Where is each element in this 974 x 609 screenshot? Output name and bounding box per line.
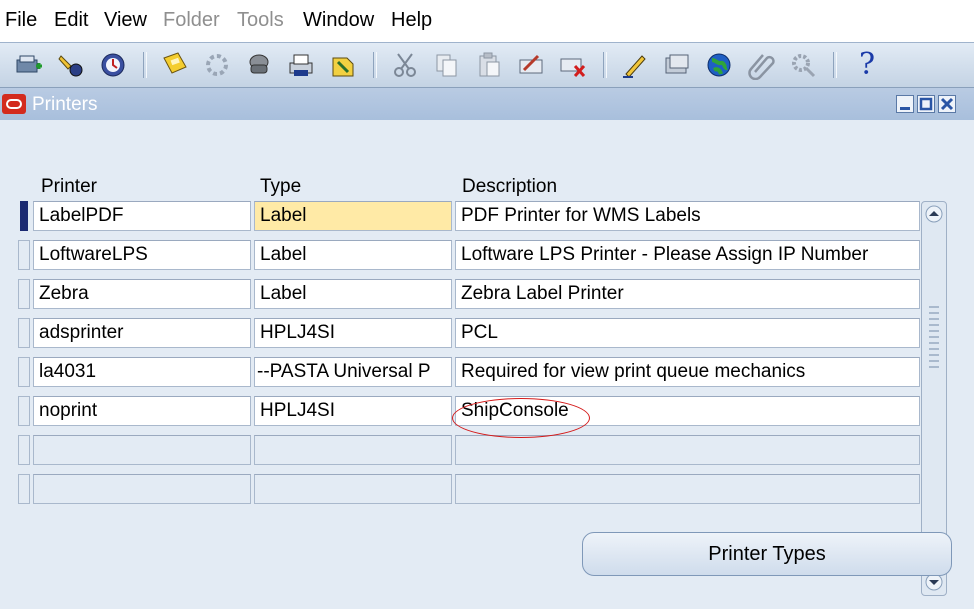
row-indicator[interactable] — [18, 474, 30, 504]
close-icon[interactable] — [938, 95, 956, 113]
printer-field[interactable]: LoftwareLPS — [33, 240, 251, 270]
row-indicator[interactable] — [18, 240, 30, 270]
description-field[interactable]: Zebra Label Printer — [455, 279, 920, 309]
edit-field-icon[interactable] — [620, 50, 650, 80]
printer-field-empty[interactable] — [33, 435, 251, 465]
row-indicator[interactable] — [18, 396, 30, 426]
minimize-icon[interactable] — [896, 95, 914, 113]
description-field[interactable]: PDF Printer for WMS Labels — [455, 201, 920, 231]
navigator-icon[interactable] — [98, 50, 128, 80]
description-field-empty[interactable] — [455, 474, 920, 504]
toolbar-separator — [603, 52, 607, 78]
zoom-icon[interactable] — [662, 50, 692, 80]
description-field-empty[interactable] — [455, 435, 920, 465]
row-indicator[interactable] — [18, 279, 30, 309]
clear-record-icon[interactable] — [516, 50, 546, 80]
row-indicator[interactable] — [18, 435, 30, 465]
type-field[interactable]: Label — [254, 279, 452, 309]
column-header-description: Description — [462, 176, 558, 197]
type-field[interactable]: Label — [254, 240, 452, 270]
copy-icon[interactable] — [432, 50, 462, 80]
type-field[interactable]: HPLJ4SI — [254, 318, 452, 348]
attachments-icon[interactable] — [746, 50, 776, 80]
menu-bar: File Edit View Folder Tools Window Help — [0, 0, 974, 42]
menu-tools[interactable]: Tools — [237, 8, 284, 32]
window-titlebar: Printers — [0, 88, 974, 120]
type-field-empty[interactable] — [254, 474, 452, 504]
find-icon[interactable] — [56, 50, 86, 80]
menu-file[interactable]: File — [5, 8, 37, 32]
print-icon[interactable] — [286, 50, 316, 80]
type-field-active[interactable]: Label — [254, 201, 452, 231]
cut-icon[interactable] — [390, 50, 420, 80]
toolbar-separator — [373, 52, 377, 78]
printers-window: Printers Printer Type Description LabelP… — [0, 88, 974, 609]
menu-edit[interactable]: Edit — [54, 8, 88, 32]
printer-field[interactable]: Zebra — [33, 279, 251, 309]
folder-tools-icon[interactable] — [788, 50, 818, 80]
toolbar: ? — [0, 42, 974, 88]
row-indicator[interactable] — [18, 318, 30, 348]
menu-folder[interactable]: Folder — [163, 8, 220, 32]
menu-window[interactable]: Window — [303, 8, 374, 32]
window-title: Printers — [32, 94, 98, 115]
translations-icon[interactable] — [704, 50, 734, 80]
type-field[interactable]: --PASTA Universal P — [254, 357, 452, 387]
annotation-oval — [452, 398, 590, 438]
next-step-icon[interactable] — [202, 50, 232, 80]
printer-field[interactable]: noprint — [33, 396, 251, 426]
paste-icon[interactable] — [474, 50, 504, 80]
new-icon[interactable] — [14, 50, 44, 80]
menu-help[interactable]: Help — [391, 8, 432, 32]
save-icon[interactable] — [160, 50, 190, 80]
toolbar-separator — [143, 52, 147, 78]
printer-field[interactable]: LabelPDF — [33, 201, 251, 231]
oracle-logo-icon — [2, 94, 26, 114]
row-indicator[interactable] — [18, 357, 30, 387]
switch-responsibility-icon[interactable] — [244, 50, 274, 80]
delete-record-icon[interactable] — [558, 50, 588, 80]
type-field[interactable]: HPLJ4SI — [254, 396, 452, 426]
type-field-empty[interactable] — [254, 435, 452, 465]
printer-field-empty[interactable] — [33, 474, 251, 504]
scroll-up-icon[interactable] — [924, 204, 944, 224]
printer-field[interactable]: la4031 — [33, 357, 251, 387]
help-icon[interactable]: ? — [852, 50, 882, 80]
description-field[interactable]: PCL — [455, 318, 920, 348]
scroll-thumb-grip[interactable] — [929, 302, 939, 372]
column-header-type: Type — [260, 176, 302, 197]
maximize-icon[interactable] — [917, 95, 935, 113]
menu-view[interactable]: View — [104, 8, 147, 32]
printer-types-button[interactable]: Printer Types — [582, 532, 952, 576]
close-form-icon[interactable] — [328, 50, 358, 80]
description-field[interactable]: Required for view print queue mechanics — [455, 357, 920, 387]
row-indicator-current[interactable] — [20, 201, 28, 231]
description-field[interactable]: Loftware LPS Printer - Please Assign IP … — [455, 240, 920, 270]
printer-field[interactable]: adsprinter — [33, 318, 251, 348]
column-header-printer: Printer — [41, 176, 97, 197]
toolbar-separator — [833, 52, 837, 78]
